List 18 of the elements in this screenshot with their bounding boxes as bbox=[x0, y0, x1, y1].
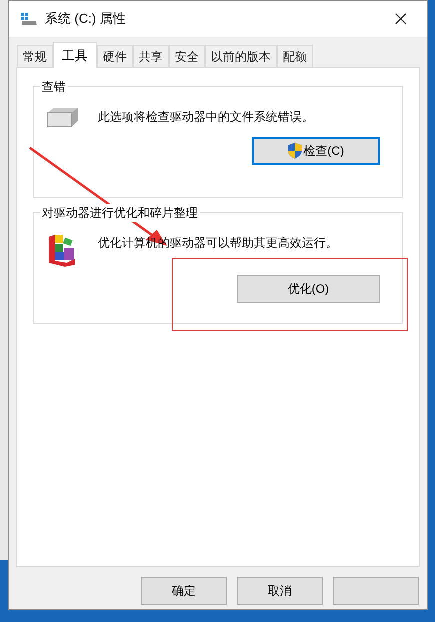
tab[interactable]: 常规 bbox=[17, 45, 53, 67]
tab[interactable]: 以前的版本 bbox=[205, 45, 277, 67]
description: 此选项将检查驱动器中的文件系统错误。 bbox=[98, 109, 314, 126]
tab[interactable]: 安全 bbox=[169, 45, 205, 67]
tab[interactable]: 共享 bbox=[133, 45, 169, 67]
dialog-button[interactable]: 取消 bbox=[237, 577, 323, 605]
tab[interactable]: 工具 bbox=[53, 42, 97, 68]
tab[interactable]: 硬件 bbox=[97, 45, 133, 67]
action-button[interactable]: 检查(C) bbox=[252, 137, 380, 165]
shield-icon bbox=[288, 143, 302, 159]
drive-icon bbox=[46, 107, 80, 129]
window-title: 系统 (C:) 属性 bbox=[45, 10, 127, 28]
action-button[interactable]: 优化(O) bbox=[237, 275, 380, 303]
group-title: 对驱动器进行优化和碎片整理 bbox=[40, 204, 200, 222]
dialog-button[interactable]: 确定 bbox=[141, 577, 227, 605]
drive-icon bbox=[21, 13, 37, 25]
tab[interactable]: 配额 bbox=[277, 45, 313, 67]
close-icon[interactable] bbox=[395, 13, 407, 25]
